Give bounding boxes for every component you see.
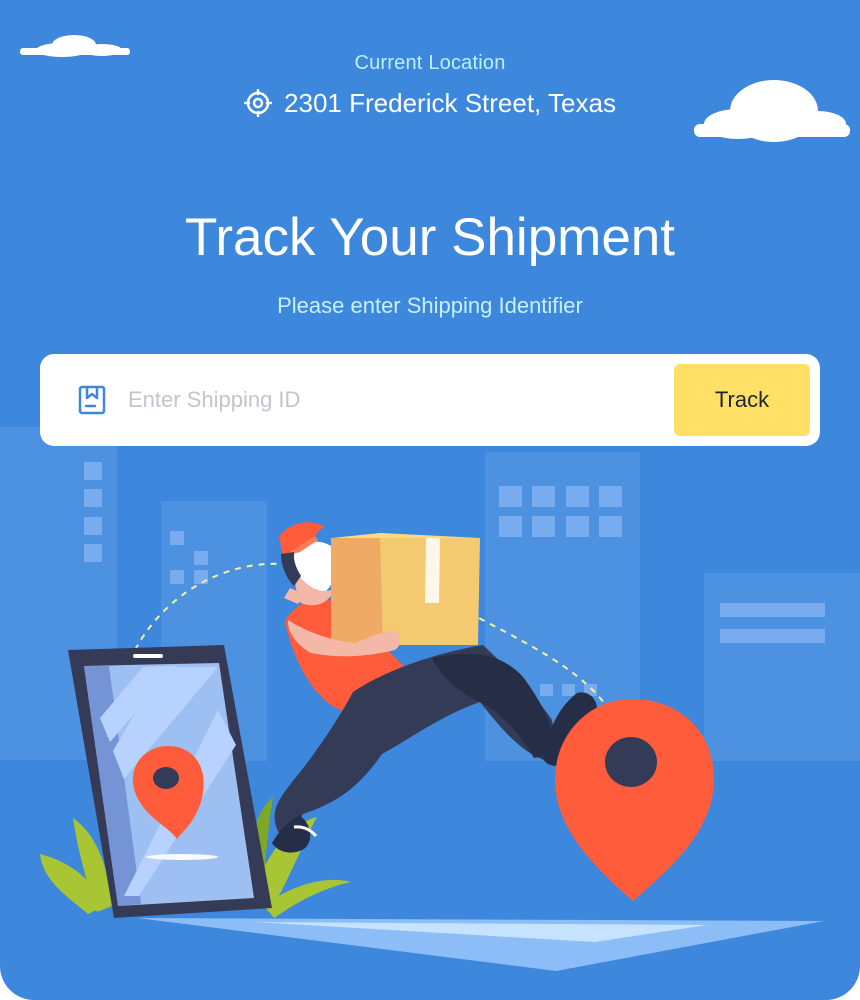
- map-pin-icon: [554, 699, 714, 901]
- current-location-row[interactable]: 2301 Frederick Street, Texas: [0, 86, 860, 120]
- shipping-search-card: Track: [40, 354, 820, 446]
- target-icon: [244, 89, 273, 117]
- current-location-address: 2301 Frederick Street, Texas: [284, 87, 616, 118]
- shipment-tracking-screen: Current Location 2301 Frederick Street, …: [0, 0, 860, 1000]
- page-title: Track Your Shipment: [184, 208, 676, 267]
- current-location-label: Current Location: [354, 52, 506, 74]
- package-icon: [78, 385, 106, 415]
- shipping-id-input[interactable]: [126, 374, 670, 426]
- shipment-illustration: [0, 35, 860, 971]
- ground-shadow: [137, 918, 824, 971]
- page-subtitle: Please enter Shipping Identifier: [277, 293, 583, 318]
- track-button[interactable]: Track: [674, 364, 810, 436]
